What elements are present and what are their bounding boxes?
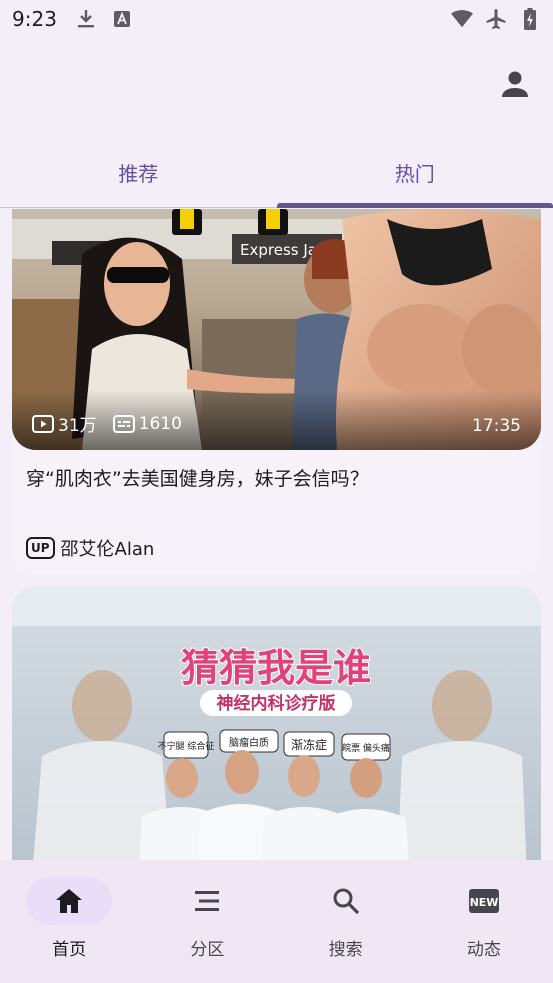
thumbnail-subtitle: 神经内科诊疗版 — [217, 693, 336, 714]
nav-search[interactable]: 搜索 — [277, 860, 415, 983]
play-count-icon — [32, 414, 54, 433]
nav-label: 搜索 — [328, 940, 363, 960]
home-icon — [56, 889, 83, 913]
download-icon — [75, 8, 97, 30]
up-badge-icon: UP — [26, 537, 55, 559]
thumbnail-tag: 不宁腿 综合征 — [158, 740, 215, 752]
thumbnail-tag: 渐冻症 — [291, 737, 327, 752]
danmaku-icon — [112, 414, 135, 433]
video-title[interactable]: 穿“肌肉衣”去美国健身房，妹子会信吗？ — [12, 450, 541, 530]
top-app-bar — [0, 38, 553, 138]
tab-recommended[interactable]: 推荐 — [0, 138, 277, 207]
bottom-navigation: 首页 分区 搜索 NEW 动态 — [0, 860, 553, 983]
video-thumbnail[interactable]: Express Japan 31万 1610 17:35 — [12, 209, 541, 450]
nav-categories[interactable]: 分区 — [138, 860, 276, 983]
thumbnail-tag: 皖票 偏头痛 — [342, 742, 390, 754]
tab-label: 热门 — [394, 162, 435, 186]
wifi-icon — [451, 8, 473, 30]
nav-label: 首页 — [52, 940, 87, 960]
airplane-icon — [485, 8, 507, 30]
video-feed[interactable]: Express Japan 31万 1610 17:35 穿“肌肉衣”去美国健身… — [0, 209, 553, 860]
video-author[interactable]: UP 邵艾伦Alan — [12, 530, 541, 566]
thumbnail-image: 猜猜我是谁 神经内科诊疗版 不宁腿 综合征 脑瘤白质 渐冻症 皖票 偏头痛 — [12, 586, 541, 860]
status-time: 9:23 — [12, 7, 57, 31]
nav-label: 分区 — [190, 940, 225, 960]
status-bar: 9:23 — [0, 0, 553, 38]
account-icon[interactable] — [499, 68, 531, 100]
new-badge-icon: NEW — [468, 889, 499, 913]
thumbnail-tag: 脑瘤白质 — [229, 736, 269, 749]
nav-dynamic[interactable]: NEW 动态 — [415, 860, 553, 983]
video-card[interactable]: Express Japan 31万 1610 17:35 穿“肌肉衣”去美国健身… — [12, 209, 541, 575]
video-thumbnail[interactable]: 猜猜我是谁 神经内科诊疗版 不宁腿 综合征 脑瘤白质 渐冻症 皖票 偏头痛 — [12, 586, 541, 860]
nav-label: 动态 — [466, 940, 501, 960]
svg-text:NEW: NEW — [469, 896, 498, 909]
author-name: 邵艾伦Alan — [60, 539, 155, 560]
video-stats: 31万 1610 — [32, 411, 182, 436]
tab-label: 推荐 — [118, 162, 159, 186]
danmaku-count: 1610 — [112, 414, 182, 434]
battery-charging-icon — [519, 8, 541, 30]
video-card[interactable]: 猜猜我是谁 神经内科诊疗版 不宁腿 综合征 脑瘤白质 渐冻症 皖票 偏头痛 — [12, 586, 541, 860]
text-a-icon — [111, 8, 133, 30]
tab-bar: 推荐 热门 — [0, 138, 553, 208]
tab-popular[interactable]: 热门 — [276, 138, 553, 208]
nav-home[interactable]: 首页 — [0, 860, 138, 983]
video-duration: 17:35 — [472, 416, 521, 436]
view-count: 31万 — [32, 411, 97, 436]
search-icon — [333, 888, 359, 915]
thumbnail-title: 猜猜我是谁 — [181, 646, 371, 690]
list-icon — [195, 891, 220, 911]
